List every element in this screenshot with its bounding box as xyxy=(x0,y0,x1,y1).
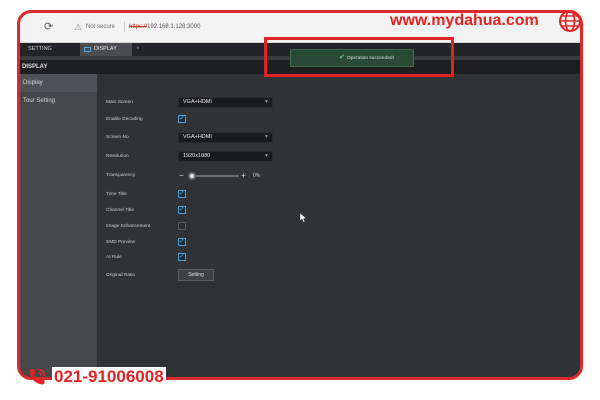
image-enhancement-checkbox[interactable]: ✓ xyxy=(178,222,186,230)
reload-icon[interactable]: ⟳ xyxy=(44,21,56,33)
globe-icon xyxy=(559,10,581,32)
image-enhancement-label: Image Enhancement xyxy=(106,224,151,229)
transparency-plus-button[interactable]: + xyxy=(241,170,246,181)
not-secure-label: Not secure xyxy=(86,24,116,30)
ai-rule-label: AI Rule xyxy=(106,255,122,260)
smd-preview-checkbox[interactable]: ✓ xyxy=(178,238,186,246)
original-ratio-label: Original Ratio xyxy=(106,273,136,278)
resolution-value: 1920x1080 xyxy=(183,153,211,159)
transparency-value: 0% xyxy=(253,173,261,179)
close-icon[interactable]: × xyxy=(136,43,140,56)
enable-decoding-checkbox[interactable]: ✓ xyxy=(178,115,186,123)
address-bar[interactable]: https://192.168.1.128:3000 xyxy=(129,22,200,32)
page-title: DISPLAY xyxy=(22,64,48,70)
resolution-row: Resolution 1920x1080 ▼ xyxy=(106,151,466,163)
original-ratio-row: Original Ratio Setting xyxy=(106,269,466,282)
screen-no-value: VGA+HDMI xyxy=(183,134,212,140)
main-screen-value: VGA+HDMI xyxy=(183,99,212,105)
smd-preview-row: SMD Preview ✓ xyxy=(106,237,466,249)
monitor-icon xyxy=(84,47,91,52)
watermark-phone: 021-91006008 xyxy=(52,367,166,387)
tab-display[interactable]: DISPLAY xyxy=(80,43,132,56)
tab-setting[interactable]: SETTING xyxy=(28,43,52,56)
url-host: 192.168.1.128:3000 xyxy=(147,24,201,30)
url-protocol: https:// xyxy=(129,24,148,30)
channel-title-row: Channel Title ✓ xyxy=(106,205,466,217)
screen-no-label: Screen No. xyxy=(106,135,130,140)
time-title-row: Time Title ✓ xyxy=(106,189,466,201)
channel-title-checkbox[interactable]: ✓ xyxy=(178,206,186,214)
transparency-minus-button[interactable]: − xyxy=(179,170,184,181)
image-enhancement-row: Image Enhancement ✓ xyxy=(106,221,466,233)
chevron-down-icon: ▼ xyxy=(264,153,269,159)
resolution-select[interactable]: 1920x1080 ▼ xyxy=(178,151,273,162)
sidebar: Display Tour Setting xyxy=(20,74,97,377)
channel-title-label: Channel Title xyxy=(106,208,134,213)
ai-rule-checkbox[interactable]: ✓ xyxy=(178,253,186,261)
original-ratio-setting-button[interactable]: Setting xyxy=(178,269,214,281)
time-title-checkbox[interactable]: ✓ xyxy=(178,190,186,198)
sidebar-item-tour-setting[interactable]: Tour Setting xyxy=(20,92,97,110)
chevron-down-icon: ▼ xyxy=(264,99,269,105)
main-screen-select[interactable]: VGA+HDMI ▼ xyxy=(178,97,273,108)
ai-rule-row: AI Rule ✓ xyxy=(106,252,466,264)
watermark-website: www.mydahua.com xyxy=(390,12,539,29)
address-separator xyxy=(124,22,125,32)
time-title-label: Time Title xyxy=(106,192,127,197)
transparency-slider-track[interactable] xyxy=(191,175,239,177)
main-screen-row: Main Screen VGA+HDMI ▼ xyxy=(106,97,466,109)
main-screen-label: Main Screen xyxy=(106,100,133,105)
enable-decoding-row: Enable Decoding ✓ xyxy=(106,114,466,126)
phone-icon xyxy=(29,368,46,385)
success-toast: ✔ Operation succeeded! xyxy=(290,49,414,67)
screen-no-select[interactable]: VGA+HDMI ▼ xyxy=(178,132,273,143)
transparency-label: Transparency xyxy=(106,173,136,178)
display-settings-panel: Main Screen VGA+HDMI ▼ Enable Decoding ✓ … xyxy=(97,74,580,377)
mouse-pointer-icon xyxy=(300,213,308,223)
warning-icon: ⚠ xyxy=(74,22,83,32)
screen-no-row: Screen No. VGA+HDMI ▼ xyxy=(106,132,466,144)
smd-preview-label: SMD Preview xyxy=(106,240,136,245)
check-icon: ✔ xyxy=(339,54,345,61)
sidebar-item-display[interactable]: Display xyxy=(20,74,97,92)
tab-display-label: DISPLAY xyxy=(94,46,117,52)
toast-message: Operation succeeded! xyxy=(347,56,394,61)
resolution-label: Resolution xyxy=(106,154,129,159)
transparency-row: Transparency − + 0% xyxy=(106,170,466,182)
chevron-down-icon: ▼ xyxy=(264,134,269,140)
enable-decoding-label: Enable Decoding xyxy=(106,117,143,122)
transparency-slider-handle[interactable] xyxy=(188,172,196,180)
